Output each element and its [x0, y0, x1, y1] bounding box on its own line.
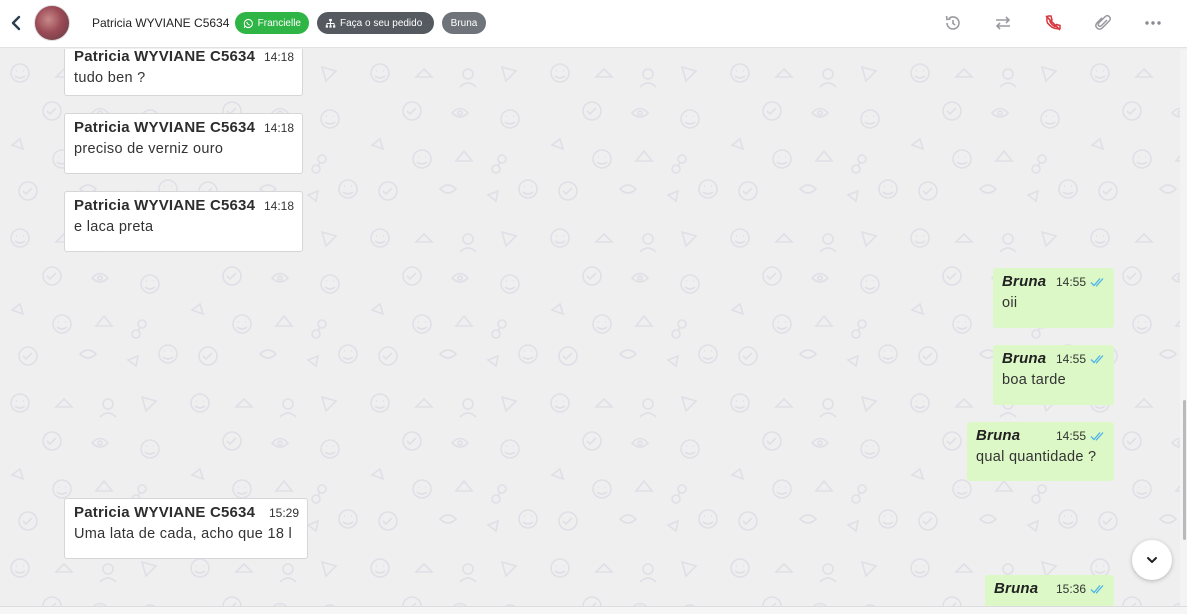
back-arrow-icon[interactable] [8, 14, 26, 32]
message-meta: Bruna 14:55 [1002, 273, 1106, 290]
message-meta: Patricia WYVIANE C5634 14:18 [74, 119, 294, 136]
message-sender: Patricia WYVIANE C5634 [74, 197, 256, 214]
composer-edge [0, 606, 1187, 614]
double-check-icon [1090, 278, 1104, 287]
sitemap-icon [325, 18, 336, 28]
transfer-icon[interactable] [992, 12, 1014, 34]
message-meta: Bruna 14:55 [976, 427, 1106, 444]
message-time: 14:55 [1055, 352, 1086, 366]
chat-area: Patricia WYVIANE C5634 14:18 tudo ben ? … [0, 49, 1180, 606]
double-check-icon [1090, 355, 1104, 364]
tag-label: Francielle [257, 17, 301, 29]
message-sender: Patricia WYVIANE C5634 [74, 119, 256, 136]
message-sender: Bruna [994, 580, 1039, 597]
message-text: Uma lata de cada, acho que 18 l [74, 526, 293, 542]
attach-icon[interactable] [1092, 12, 1114, 34]
message-time: 14:55 [1055, 429, 1086, 443]
tag-label: Faça o seu pedido [340, 17, 423, 29]
message-sender: Patricia WYVIANE C5634 [74, 504, 256, 521]
contact-avatar[interactable] [34, 5, 70, 41]
message-sender: Bruna [1002, 273, 1047, 290]
tag-bruna[interactable]: Bruna [442, 12, 486, 34]
message-meta: Bruna 15:36 [994, 580, 1106, 597]
message-text: e laca preta [74, 219, 154, 235]
history-icon[interactable] [942, 12, 964, 34]
double-check-icon [1090, 585, 1104, 594]
double-check-icon [1090, 432, 1104, 441]
scroll-to-bottom-button[interactable] [1132, 540, 1172, 580]
message-time: 15:36 [1055, 582, 1086, 596]
message-outgoing[interactable]: Bruna 14:55 boa tarde [993, 345, 1114, 405]
message-sender: Bruna [976, 427, 1021, 444]
chat-scrollbar-thumb[interactable] [1183, 400, 1186, 540]
message-text: oii [1002, 295, 1018, 311]
message-sender: Patricia WYVIANE C5634 [74, 49, 256, 65]
chat-header: Patricia WYVIANE C5634 Francielle Faça o… [0, 0, 1187, 48]
message-incoming[interactable]: Patricia WYVIANE C5634 14:18 tudo ben ? [64, 49, 303, 96]
message-time: 14:18 [263, 121, 294, 135]
more-icon[interactable] [1142, 12, 1164, 34]
message-outgoing[interactable]: Bruna 14:55 oii [993, 268, 1114, 328]
contact-name[interactable]: Patricia WYVIANE C5634 [92, 16, 229, 30]
message-incoming[interactable]: Patricia WYVIANE C5634 15:29 Uma lata de… [64, 498, 308, 559]
message-incoming[interactable]: Patricia WYVIANE C5634 14:18 preciso de … [64, 113, 303, 174]
phone-off-icon[interactable] [1042, 12, 1064, 34]
message-time: 14:18 [263, 50, 294, 64]
message-meta: Patricia WYVIANE C5634 14:18 [74, 49, 294, 65]
message-text: boa tarde [1002, 372, 1066, 388]
chevron-down-icon [1147, 557, 1157, 563]
message-meta: Patricia WYVIANE C5634 15:29 [74, 504, 299, 521]
message-text: preciso de verniz ouro [74, 141, 224, 157]
message-time: 14:18 [263, 199, 294, 213]
whatsapp-icon [243, 18, 253, 28]
message-time: 14:55 [1055, 275, 1086, 289]
message-sender: Bruna [1002, 350, 1047, 367]
message-text: qual quantidade ? [976, 449, 1097, 465]
message-time: 15:29 [268, 506, 299, 520]
tag-pedido[interactable]: Faça o seu pedido [317, 12, 434, 34]
message-meta: Patricia WYVIANE C5634 14:18 [74, 197, 294, 214]
message-outgoing[interactable]: Bruna 14:55 qual quantidade ? [967, 422, 1114, 481]
tag-label: Bruna [450, 17, 478, 29]
message-meta: Bruna 14:55 [1002, 350, 1106, 367]
message-outgoing[interactable]: Bruna 15:36 [985, 575, 1114, 606]
tag-francielle[interactable]: Francielle [235, 12, 309, 34]
message-text: tudo ben ? [74, 70, 146, 86]
message-incoming[interactable]: Patricia WYVIANE C5634 14:18 e laca pret… [64, 191, 303, 252]
